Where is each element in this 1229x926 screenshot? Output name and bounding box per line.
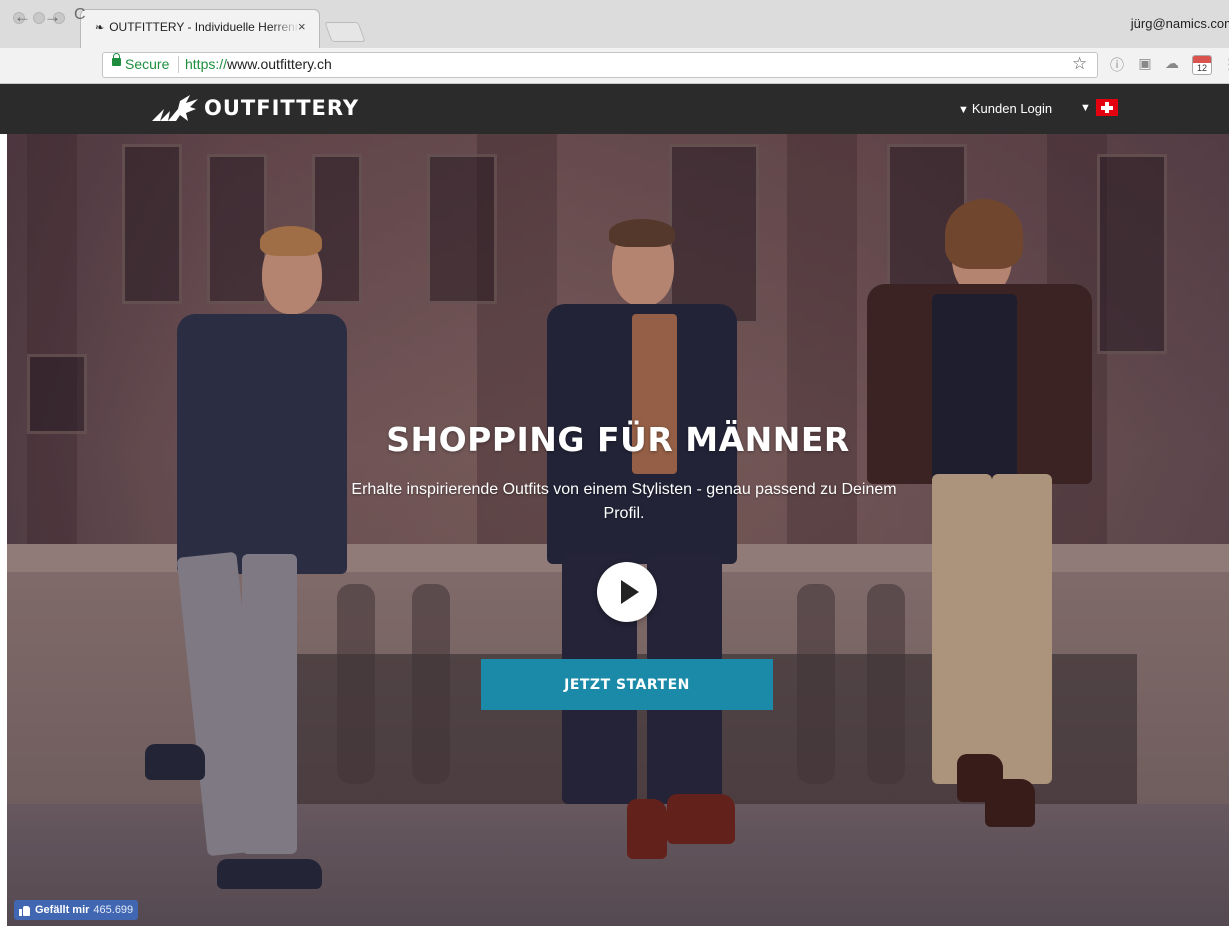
hero-title: SHOPPING FÜR MÄNNER [386, 420, 850, 459]
swiss-flag-icon [1095, 99, 1118, 116]
dropdown-triangle-icon: ▼ [1080, 101, 1091, 114]
tab-title: OUTFITTERY - Individuelle Herrenmode [109, 20, 299, 34]
new-tab-button[interactable] [324, 22, 366, 42]
back-icon[interactable]: ← [14, 7, 31, 27]
url-scheme: https:// [185, 56, 228, 72]
hero-subtitle: Erhalte inspirierende Outfits von einem … [351, 481, 897, 522]
bookmark-star-icon[interactable]: ☆ [1072, 54, 1087, 74]
profile-name[interactable]: jürg@namics.com [1131, 16, 1229, 31]
dropdown-triangle-icon: ▼ [958, 104, 969, 116]
address-divider [178, 56, 179, 73]
brand-logo[interactable]: OUTFITTERY [150, 91, 359, 125]
url-text[interactable]: https://www.outfittery.ch [185, 56, 332, 72]
country-selector[interactable]: ▼ [1080, 99, 1118, 116]
reload-icon[interactable]: C [74, 6, 86, 24]
griffin-logo-icon [152, 95, 198, 121]
forward-icon[interactable]: → [44, 7, 61, 27]
url-host: www.outfittery.ch [227, 56, 332, 72]
tab-content: ❧ OUTFITTERY - Individuelle Herrenmode [95, 17, 299, 37]
customer-login-link[interactable]: ▼ Kunden Login [958, 101, 1052, 116]
start-now-button[interactable]: JETZT STARTEN [481, 659, 773, 710]
brand-name: OUTFITTERY [204, 96, 360, 120]
favicon-icon: ❧ [95, 21, 105, 34]
like-label: Gefällt mir [35, 904, 90, 916]
like-count: 465.699 [93, 904, 134, 916]
hero-tint [7, 134, 1229, 926]
lock-icon [112, 53, 121, 66]
hero-section: SHOPPING FÜR MÄNNER Erhalte inspirierend… [7, 134, 1229, 926]
tab-close-icon[interactable]: × [298, 19, 306, 34]
thumbs-up-icon [19, 905, 31, 916]
info-icon[interactable]: ⓘ [1108, 55, 1126, 73]
more-menu-icon[interactable]: ⋮ [1222, 55, 1229, 73]
calendar-day: 12 [1196, 63, 1207, 73]
calendar-icon[interactable]: 12 [1192, 55, 1212, 75]
facebook-like-button[interactable]: Gefällt mir 465.699 [14, 900, 139, 920]
login-label: Kunden Login [971, 101, 1053, 116]
cloud-icon[interactable]: ☁ [1163, 55, 1181, 73]
screen-icon[interactable]: ▣ [1136, 55, 1154, 73]
play-video-button[interactable] [597, 562, 657, 622]
secure-label: Secure [125, 56, 170, 72]
